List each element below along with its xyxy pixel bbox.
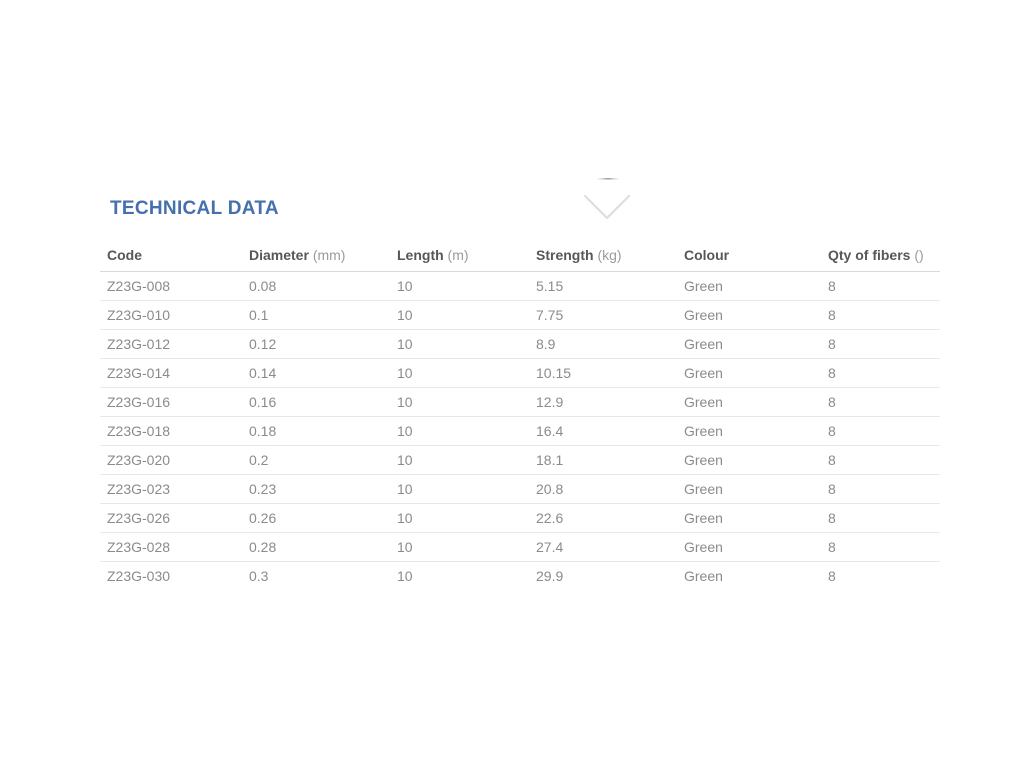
cell-strength: 16.4 [529, 416, 677, 446]
column-header-strength: Strength (kg) [529, 245, 677, 272]
table-row: Z23G-012 0.12 10 8.9 Green 8 [100, 329, 940, 359]
cell-colour: Green [677, 445, 821, 475]
cell-strength: 8.9 [529, 329, 677, 359]
cell-code: Z23G-028 [100, 532, 242, 562]
table-row: Z23G-008 0.08 10 5.15 Green 8 [100, 271, 940, 301]
cell-code: Z23G-020 [100, 445, 242, 475]
cell-length: 10 [397, 567, 413, 584]
cell-length: 10 [390, 445, 529, 475]
cell-colour: Green [677, 329, 821, 359]
cell-code: Z23G-018 [100, 416, 242, 446]
cell-qty: 8 [821, 300, 940, 330]
cell-colour: Green [677, 474, 821, 504]
table-row: Z23G-028 0.28 10 27.4 Green 8 [100, 532, 940, 562]
section-collapse-toggle[interactable] [578, 170, 636, 222]
cell-code: Z23G-026 [100, 503, 242, 533]
column-unit: (m) [447, 246, 469, 263]
column-header-diameter: Diameter (mm) [242, 245, 390, 272]
column-label: Qty of fibers [828, 246, 911, 263]
cell-code: Z23G-016 [100, 387, 242, 417]
cell-code: Z23G-014 [100, 358, 242, 388]
cell-diameter: 0.23 [242, 474, 390, 504]
column-header-length: Length (m) [390, 245, 529, 272]
cell-length: 10 [390, 300, 529, 330]
cell-colour: Green [677, 532, 821, 562]
cell-strength: 27.4 [529, 532, 677, 562]
cell-length: 10 [390, 358, 529, 388]
cell-colour: Green [677, 358, 821, 388]
technical-data-table: Code Diameter (mm) Length (m) Strength (… [100, 245, 940, 590]
column-unit: (kg) [597, 246, 622, 263]
table-row: Z23G-010 0.1 10 7.75 Green 8 [100, 300, 940, 330]
section-title: TECHNICAL DATA [110, 198, 279, 219]
table-row: Z23G-026 0.26 10 22.6 Green 8 [100, 503, 940, 533]
cell-colour: Green [684, 567, 723, 584]
cell-strength: 20.8 [529, 474, 677, 504]
column-header-colour: Colour [677, 245, 821, 272]
cell-qty: 8 [821, 532, 940, 562]
cell-code: Z23G-012 [100, 329, 242, 359]
cell-code: Z23G-010 [100, 300, 242, 330]
cell-strength: 22.6 [529, 503, 677, 533]
cell-diameter: 0.08 [242, 271, 390, 301]
cell-qty: 8 [821, 416, 940, 446]
table-header-row: Code Diameter (mm) Length (m) Strength (… [100, 245, 940, 272]
cell-length: 10 [390, 532, 529, 562]
cell-strength: 5.15 [529, 271, 677, 301]
cell-diameter: 0.2 [242, 445, 390, 475]
cell-code: Z23G-030 [107, 567, 171, 584]
table-row: Z23G-023 0.23 10 20.8 Green 8 [100, 474, 940, 504]
column-unit: (mm) [312, 246, 346, 263]
cell-diameter: 0.18 [242, 416, 390, 446]
cell-length: 10 [390, 503, 529, 533]
table-row: Z23G-020 0.2 10 18.1 Green 8 [100, 445, 940, 475]
cell-qty: 8 [821, 445, 940, 475]
cell-strength: 10.15 [529, 358, 677, 388]
cell-length: 10 [390, 474, 529, 504]
cell-diameter: 0.1 [242, 300, 390, 330]
cell-colour: Green [677, 416, 821, 446]
column-unit: () [914, 246, 924, 263]
cell-strength: 29.9 [536, 567, 564, 584]
cell-colour: Green [677, 503, 821, 533]
cell-strength: 12.9 [529, 387, 677, 417]
cell-code: Z23G-008 [100, 271, 242, 301]
cell-diameter: 0.14 [242, 358, 390, 388]
column-label: Strength [536, 246, 594, 263]
cell-length: 10 [390, 329, 529, 359]
column-header-qty-of-fibers: Qty of fibers () [821, 245, 940, 272]
cell-qty: 8 [821, 503, 940, 533]
table-row: Z23G-030 0.3 10 29.9 Green 8 [100, 561, 940, 590]
column-header-code: Code [100, 245, 242, 272]
cell-colour: Green [677, 300, 821, 330]
column-label: Colour [684, 246, 730, 263]
cell-qty: 8 [821, 329, 940, 359]
cell-qty: 8 [821, 474, 940, 504]
column-label: Code [107, 246, 142, 263]
table-row: Z23G-014 0.14 10 10.15 Green 8 [100, 358, 940, 388]
cell-qty: 8 [821, 358, 940, 388]
cell-strength: 7.75 [529, 300, 677, 330]
column-label: Diameter [249, 246, 309, 263]
cell-diameter: 0.28 [242, 532, 390, 562]
cell-colour: Green [677, 387, 821, 417]
cell-qty: 8 [828, 567, 836, 584]
cell-colour: Green [677, 271, 821, 301]
cell-strength: 18.1 [529, 445, 677, 475]
cell-diameter: 0.16 [242, 387, 390, 417]
table-row: Z23G-016 0.16 10 12.9 Green 8 [100, 387, 940, 417]
cell-diameter: 0.26 [242, 503, 390, 533]
cell-length: 10 [390, 387, 529, 417]
cell-diameter: 0.12 [242, 329, 390, 359]
column-label: Length [397, 246, 444, 263]
chevron-down-icon [583, 178, 631, 220]
product-technical-data-section: TECHNICAL DATA Code Diameter (mm) Length… [0, 0, 1024, 768]
cell-length: 10 [390, 271, 529, 301]
cell-diameter: 0.3 [249, 567, 269, 584]
cell-length: 10 [390, 416, 529, 446]
cell-code: Z23G-023 [100, 474, 242, 504]
table-row: Z23G-018 0.18 10 16.4 Green 8 [100, 416, 940, 446]
cell-qty: 8 [821, 387, 940, 417]
cell-qty: 8 [821, 271, 940, 301]
